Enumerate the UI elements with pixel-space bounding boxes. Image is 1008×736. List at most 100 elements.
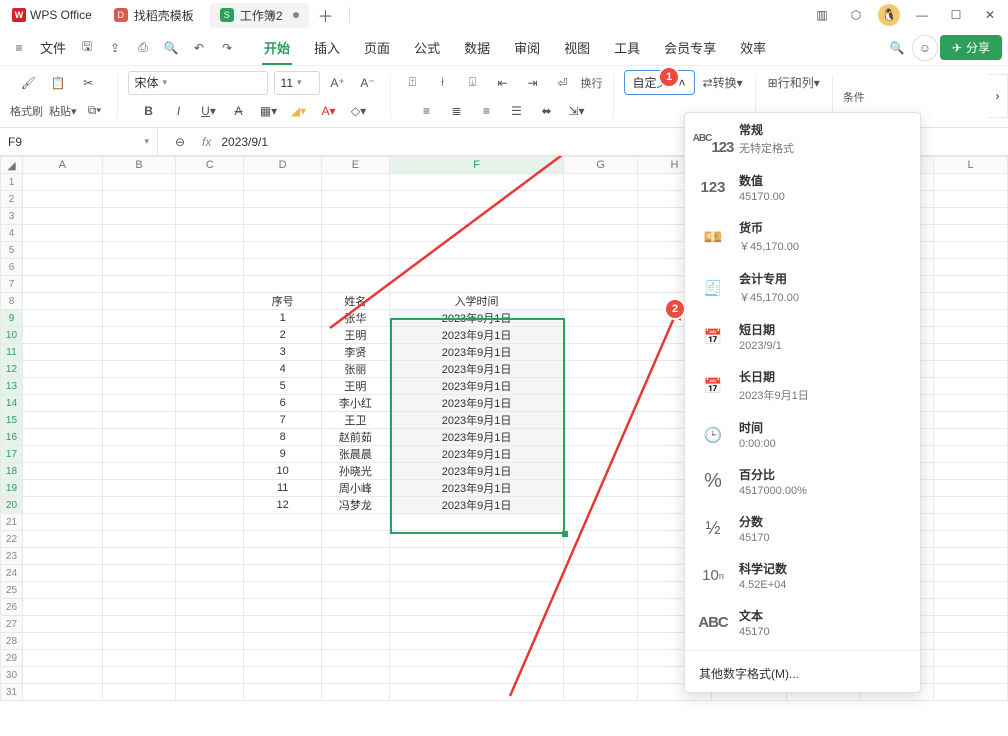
border-icon[interactable]: ▦▾: [257, 99, 281, 123]
cell[interactable]: [176, 429, 244, 446]
cell[interactable]: [22, 616, 102, 633]
cell[interactable]: [102, 395, 176, 412]
cell[interactable]: [244, 208, 322, 225]
cell[interactable]: [176, 633, 244, 650]
cell[interactable]: [102, 616, 176, 633]
file-menu[interactable]: 文件: [34, 34, 72, 61]
paste-label[interactable]: 粘贴▾: [49, 103, 77, 119]
cell[interactable]: [389, 684, 563, 701]
cell[interactable]: [176, 361, 244, 378]
row-header[interactable]: 22: [1, 531, 23, 548]
rowcol-button[interactable]: ⊞ 行和列▾: [766, 71, 822, 95]
cell[interactable]: [244, 633, 322, 650]
cell[interactable]: 姓名: [322, 293, 390, 310]
cell[interactable]: [22, 446, 102, 463]
save-icon[interactable]: 🖫: [74, 35, 100, 61]
align-bottom-icon[interactable]: ⍗: [461, 71, 485, 95]
preview-icon[interactable]: 🔍: [158, 35, 184, 61]
row-header[interactable]: 26: [1, 599, 23, 616]
cell[interactable]: [244, 684, 322, 701]
row-header[interactable]: 7: [1, 276, 23, 293]
cell[interactable]: [322, 514, 390, 531]
cell[interactable]: [22, 378, 102, 395]
cell[interactable]: [244, 225, 322, 242]
cell[interactable]: 2023年9月1日: [389, 446, 563, 463]
format-shortdate[interactable]: 📅 短日期2023/9/1: [685, 313, 920, 360]
cell[interactable]: 2: [244, 327, 322, 344]
cell[interactable]: [22, 650, 102, 667]
cell[interactable]: [389, 599, 563, 616]
cell[interactable]: [102, 225, 176, 242]
cell[interactable]: [102, 480, 176, 497]
format-time[interactable]: 🕒 时间0:00:00: [685, 411, 920, 458]
cell[interactable]: [22, 463, 102, 480]
tab-efficiency[interactable]: 效率: [730, 32, 776, 63]
cell[interactable]: [322, 684, 390, 701]
indent-dec-icon[interactable]: ⇤: [491, 71, 515, 95]
cell[interactable]: [176, 446, 244, 463]
cell[interactable]: [176, 667, 244, 684]
cell[interactable]: 2023年9月1日: [389, 378, 563, 395]
cell[interactable]: 王明: [322, 327, 390, 344]
cell[interactable]: [22, 327, 102, 344]
cell[interactable]: [102, 514, 176, 531]
cell[interactable]: [176, 463, 244, 480]
cell[interactable]: [389, 174, 563, 191]
format-percent[interactable]: % 百分比4517000.00%: [685, 458, 920, 505]
cell[interactable]: [176, 344, 244, 361]
cell[interactable]: [322, 667, 390, 684]
cell[interactable]: [322, 582, 390, 599]
cell[interactable]: [176, 174, 244, 191]
cell[interactable]: [102, 259, 176, 276]
cell[interactable]: [22, 191, 102, 208]
cell[interactable]: [564, 310, 638, 327]
row-header[interactable]: 24: [1, 565, 23, 582]
align-left-icon[interactable]: ≡: [415, 99, 439, 123]
cell[interactable]: [22, 684, 102, 701]
cell[interactable]: [564, 276, 638, 293]
cell[interactable]: [176, 378, 244, 395]
format-text[interactable]: ABC 文本45170: [685, 599, 920, 646]
cell[interactable]: [22, 361, 102, 378]
cell[interactable]: 10: [244, 463, 322, 480]
cell[interactable]: 张华: [322, 310, 390, 327]
cell[interactable]: 李贤: [322, 344, 390, 361]
format-general[interactable]: ABC123 常规无特定格式: [685, 113, 920, 164]
cell[interactable]: [244, 667, 322, 684]
row-header[interactable]: 10: [1, 327, 23, 344]
panel-icon[interactable]: ▥: [810, 3, 834, 27]
cell[interactable]: [102, 463, 176, 480]
format-longdate[interactable]: 📅 长日期2023年9月1日: [685, 360, 920, 411]
cell[interactable]: [176, 684, 244, 701]
number-format-select[interactable]: 自定义˄: [624, 70, 695, 95]
format-scientific[interactable]: 10n 科学记数4.52E+04: [685, 552, 920, 599]
col-l[interactable]: L: [934, 157, 1008, 174]
bold-icon[interactable]: B: [137, 99, 161, 123]
search-icon[interactable]: 🔍: [884, 35, 910, 61]
tab-formula[interactable]: 公式: [404, 32, 450, 63]
undo-icon[interactable]: ↶: [186, 35, 212, 61]
col-a[interactable]: A: [22, 157, 102, 174]
cell[interactable]: [389, 531, 563, 548]
merge-icon[interactable]: ⬌: [535, 99, 559, 123]
cell[interactable]: [934, 684, 1008, 701]
cell[interactable]: [564, 344, 638, 361]
cell[interactable]: [22, 412, 102, 429]
tab-template[interactable]: D 找稻壳模板: [104, 3, 204, 28]
toolbar-expand-icon[interactable]: ›: [988, 74, 1008, 118]
row-header[interactable]: 23: [1, 548, 23, 565]
cell[interactable]: [176, 191, 244, 208]
cell[interactable]: [564, 208, 638, 225]
cell[interactable]: [102, 361, 176, 378]
cell[interactable]: [176, 599, 244, 616]
cell[interactable]: [102, 548, 176, 565]
row-header[interactable]: 20: [1, 497, 23, 514]
cell[interactable]: [389, 667, 563, 684]
cell[interactable]: 12: [244, 497, 322, 514]
fx-icon[interactable]: fx: [202, 135, 211, 149]
cell[interactable]: [102, 191, 176, 208]
cell[interactable]: [22, 225, 102, 242]
cell[interactable]: 王卫: [322, 412, 390, 429]
tab-review[interactable]: 审阅: [504, 32, 550, 63]
cell[interactable]: 2023年9月1日: [389, 361, 563, 378]
